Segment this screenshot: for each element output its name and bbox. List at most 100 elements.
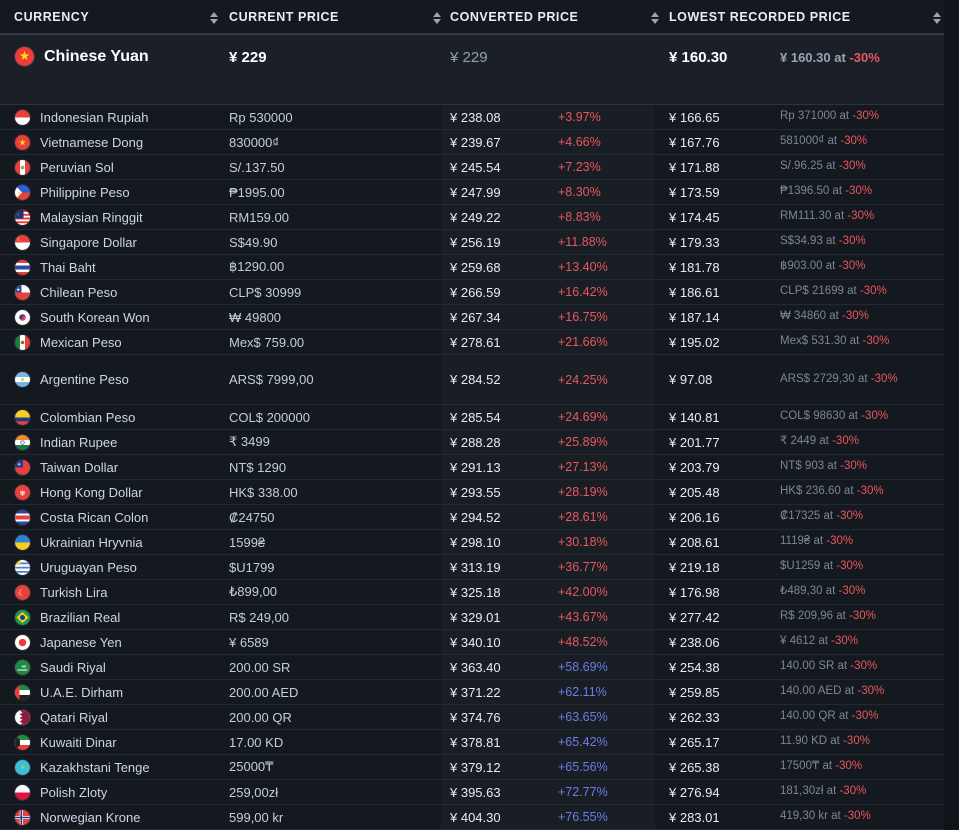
change-percent-cell: +25.89% xyxy=(558,435,608,449)
flag-icon xyxy=(14,684,31,701)
flag-icon xyxy=(14,709,31,726)
table-row[interactable]: Peruvian SolS/.137.50¥ 245.54+7.23%¥ 171… xyxy=(0,155,959,180)
current-price-cell: S$49.90 xyxy=(229,235,277,250)
currency-name: Malaysian Ringgit xyxy=(40,210,143,225)
lowest-at-value: Mex$ 531.30 at xyxy=(780,335,859,347)
lowest-price-cell: ¥ 179.33 xyxy=(669,235,720,250)
lowest-price-detail-cell: ₡17325 at -30% xyxy=(780,509,940,525)
converted-price-cell: ¥ 259.68 xyxy=(450,260,501,275)
column-header-lowest-recorded-price[interactable]: LOWEST RECORDED PRICE xyxy=(669,0,851,34)
lowest-price-cell: ¥ 97.08 xyxy=(669,372,712,387)
lowest-price-cell: ¥ 201.77 xyxy=(669,435,720,450)
table-row[interactable]: Colombian PesoCOL$ 200000¥ 285.54+24.69%… xyxy=(0,405,959,430)
sort-updown-icon[interactable] xyxy=(650,11,659,25)
table-row[interactable]: Argentine PesoARS$ 7999,00¥ 284.52+24.25… xyxy=(0,355,959,405)
lowest-price-detail-cell: 1119₴ at -30% xyxy=(780,534,940,550)
current-price-cell: ₩ 49800 xyxy=(229,310,281,325)
table-row[interactable]: Thai Baht฿1290.00¥ 259.68+13.40%¥ 181.78… xyxy=(0,255,959,280)
change-percent-cell: +28.61% xyxy=(558,510,608,524)
table-row[interactable]: Brazilian RealR$ 249,00¥ 329.01+43.67%¥ … xyxy=(0,605,959,630)
converted-price-cell: ¥ 374.76 xyxy=(450,710,501,725)
sort-updown-icon[interactable] xyxy=(932,11,941,25)
table-row[interactable]: Uruguayan Peso$U1799¥ 313.19+36.77%¥ 219… xyxy=(0,555,959,580)
lowest-at-value: CLP$ 21699 at xyxy=(780,285,857,297)
converted-price-cell: ¥ 238.08 xyxy=(450,110,501,125)
sort-updown-icon[interactable] xyxy=(209,11,218,25)
table-row[interactable]: Mexican PesoMex$ 759.00¥ 278.61+21.66%¥ … xyxy=(0,330,959,355)
currency-name: Argentine Peso xyxy=(40,372,129,387)
currency-cell: U.A.E. Dirham xyxy=(14,684,123,701)
lowest-at-value: R$ 209,96 at xyxy=(780,610,846,622)
table-row[interactable]: Indonesian RupiahRp 530000¥ 238.08+3.97%… xyxy=(0,105,959,130)
table-row[interactable]: U.A.E. Dirham200.00 AED¥ 371.22+62.11%¥ … xyxy=(0,680,959,705)
converted-price-cell: ¥ 298.10 xyxy=(450,535,501,550)
lowest-price-cell: ¥ 219.18 xyxy=(669,560,720,575)
lowest-at-value: 181,30zł at xyxy=(780,785,836,797)
column-header-converted-price[interactable]: CONVERTED PRICE xyxy=(450,0,578,34)
change-percent-cell: +65.56% xyxy=(558,760,608,774)
lowest-at-value: 1119₴ at xyxy=(780,535,823,547)
table-row[interactable]: ﷲSaudi Riyal200.00 SR¥ 363.40+58.69%¥ 25… xyxy=(0,655,959,680)
lowest-at-value: ₡17325 at xyxy=(780,510,833,522)
lowest-at-discount: -30% xyxy=(860,285,887,297)
featured-table-row[interactable]: ★Chinese Yuan¥ 229¥ 229¥ 160.30¥ 160.30 … xyxy=(0,34,944,105)
lowest-at-discount: -30% xyxy=(862,335,889,347)
currency-cell: Thai Baht xyxy=(14,259,96,276)
converted-price-cell: ¥ 278.61 xyxy=(450,335,501,350)
table-row[interactable]: Costa Rican Colon₡24750¥ 294.52+28.61%¥ … xyxy=(0,505,959,530)
lowest-at-discount: -30% xyxy=(831,635,858,647)
table-row[interactable]: ☾Turkish Lira₺899,00¥ 325.18+42.00%¥ 176… xyxy=(0,580,959,605)
svg-text:☾: ☾ xyxy=(17,237,21,243)
lowest-at-value: S/.96.25 at xyxy=(780,160,836,172)
table-row[interactable]: ✳Taiwan DollarNT$ 1290¥ 291.13+27.13%¥ 2… xyxy=(0,455,959,480)
current-price-cell: HK$ 338.00 xyxy=(229,485,298,500)
currency-cell: ★Chilean Peso xyxy=(14,284,117,301)
sort-updown-icon[interactable] xyxy=(432,11,441,25)
table-row[interactable]: ★Philippine Peso₱1995.00¥ 247.99+8.30%¥ … xyxy=(0,180,959,205)
lowest-price-cell: ¥ 195.02 xyxy=(669,335,720,350)
flag-icon xyxy=(14,371,31,388)
current-price-cell: 200.00 QR xyxy=(229,710,292,725)
currency-name: Polish Zloty xyxy=(40,785,107,800)
table-row[interactable]: Norwegian Krone599,00 kr¥ 404.30+76.55%¥… xyxy=(0,805,959,830)
lowest-price-cell: ¥ 174.45 xyxy=(669,210,720,225)
table-row[interactable]: Kuwaiti Dinar17.00 KD¥ 378.81+65.42%¥ 26… xyxy=(0,730,959,755)
current-price-cell: ARS$ 7999,00 xyxy=(229,372,314,387)
table-row[interactable]: ★Vietnamese Dong830000₫¥ 239.67+4.66%¥ 1… xyxy=(0,130,959,155)
flag-icon xyxy=(14,109,31,126)
converted-price-cell: ¥ 293.55 xyxy=(450,485,501,500)
lowest-price-detail-cell: 419,30 kr at -30% xyxy=(780,809,940,825)
table-row[interactable]: ☾Singapore DollarS$49.90¥ 256.19+11.88%¥… xyxy=(0,230,959,255)
currency-name: Brazilian Real xyxy=(40,610,120,625)
converted-price-cell: ¥ 249.22 xyxy=(450,210,501,225)
table-row[interactable]: Polish Zloty259,00zł¥ 395.63+72.77%¥ 276… xyxy=(0,780,959,805)
lowest-at-discount: -30% xyxy=(850,660,877,672)
change-percent-cell: +7.23% xyxy=(558,160,601,174)
lowest-at-value: RM111.30 at xyxy=(780,210,844,222)
currency-name: Philippine Peso xyxy=(40,185,130,200)
column-header-current-price[interactable]: CURRENT PRICE xyxy=(229,0,339,34)
converted-price-cell: ¥ 329.01 xyxy=(450,610,501,625)
converted-price-cell: ¥ 395.63 xyxy=(450,785,501,800)
current-price-cell: S/.137.50 xyxy=(229,160,285,175)
table-row[interactable]: Indian Rupee₹ 3499¥ 288.28+25.89%¥ 201.7… xyxy=(0,430,959,455)
current-price-cell: ¥ 6589 xyxy=(229,635,269,650)
flag-icon xyxy=(14,259,31,276)
scrollbar-gutter[interactable] xyxy=(944,0,959,830)
flag-icon xyxy=(14,409,31,426)
lowest-at-discount: -30% xyxy=(838,260,865,272)
lowest-price-detail-cell: $U1259 at -30% xyxy=(780,559,940,575)
table-row[interactable]: Ukrainian Hryvnia1599₴¥ 298.10+30.18%¥ 2… xyxy=(0,530,959,555)
lowest-price-detail-cell: 181,30zł at -30% xyxy=(780,784,940,800)
table-row[interactable]: ☾Malaysian RinggitRM159.00¥ 249.22+8.83%… xyxy=(0,205,959,230)
table-row[interactable]: South Korean Won₩ 49800¥ 267.34+16.75%¥ … xyxy=(0,305,959,330)
lowest-price-cell: ¥ 208.61 xyxy=(669,535,720,550)
table-row[interactable]: ✾Hong Kong DollarHK$ 338.00¥ 293.55+28.1… xyxy=(0,480,959,505)
column-header-currency[interactable]: CURRENCY xyxy=(14,0,89,34)
table-row[interactable]: Japanese Yen¥ 6589¥ 340.10+48.52%¥ 238.0… xyxy=(0,630,959,655)
table-row[interactable]: ★Chilean PesoCLP$ 30999¥ 266.59+16.42%¥ … xyxy=(0,280,959,305)
lowest-at-value: HK$ 236.60 at xyxy=(780,485,854,497)
table-row[interactable]: ☀Kazakhstani Tenge25000₸¥ 379.12+65.56%¥… xyxy=(0,755,959,780)
change-percent-cell: +21.66% xyxy=(558,335,608,349)
table-row[interactable]: Qatari Riyal200.00 QR¥ 374.76+63.65%¥ 26… xyxy=(0,705,959,730)
